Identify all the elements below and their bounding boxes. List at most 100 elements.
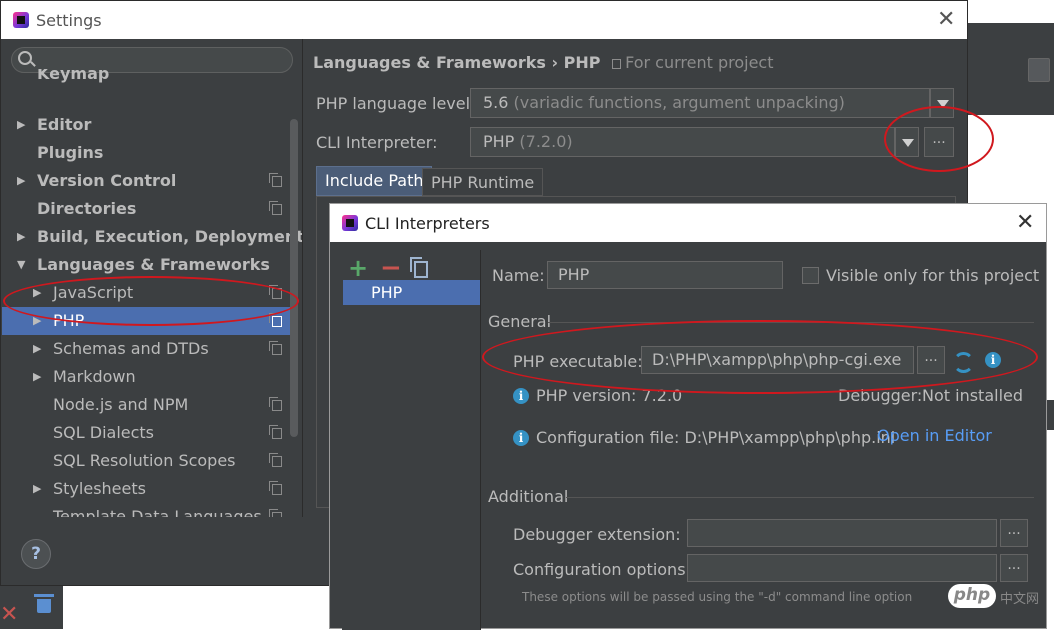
tab-include-path[interactable]: Include Path: [316, 166, 433, 196]
chevron-down-icon[interactable]: [930, 88, 954, 118]
sidebar-item-javascript[interactable]: ▶ JavaScript: [2, 279, 290, 307]
additional-divider: [566, 497, 1034, 498]
sidebar-item-markdown[interactable]: ▶ Markdown: [2, 363, 290, 391]
expand-down-icon[interactable]: ▼: [17, 251, 25, 279]
interpreter-list-item[interactable]: PHP: [343, 280, 480, 305]
sidebar-item-plugins[interactable]: Plugins: [2, 139, 290, 167]
expand-right-icon[interactable]: ▶: [33, 335, 41, 363]
sidebar-item-stylesheets[interactable]: ▶ Stylesheets: [2, 475, 290, 503]
expand-right-icon[interactable]: ▶: [33, 279, 41, 307]
info-icon: i: [513, 430, 529, 446]
close-icon[interactable]: ✕: [1016, 212, 1034, 234]
sidebar-item-template-data-languages[interactable]: Template Data Languages: [2, 503, 290, 517]
sidebar-item-sql-resolution-scopes[interactable]: SQL Resolution Scopes: [2, 447, 290, 475]
language-level-detail: (variadic functions, argument unpacking): [513, 93, 845, 112]
expand-right-icon[interactable]: ▶: [33, 363, 41, 391]
language-level-value: 5.6: [483, 93, 509, 112]
sidebar-item-label: Plugins: [37, 143, 104, 162]
expand-right-icon[interactable]: ▶: [33, 307, 41, 335]
add-icon[interactable]: +: [348, 256, 368, 280]
background-toolbar: [968, 23, 1054, 51]
watermark-logo: php: [948, 584, 996, 608]
visible-only-checkbox[interactable]: [802, 267, 819, 284]
sidebar-scrollbar[interactable]: [290, 119, 298, 437]
phpstorm-app-icon: [13, 12, 29, 28]
breadcrumb: Languages & Frameworks › PHP For current…: [313, 53, 773, 72]
background-tool-panel: [968, 51, 1054, 115]
visible-only-label: Visible only for this project: [826, 266, 1040, 285]
php-version-label: PHP version: 7.2.0: [536, 386, 683, 405]
debugger-extension-field[interactable]: [687, 519, 997, 547]
trash-icon[interactable]: [34, 594, 54, 613]
sidebar-item-node-js-and-npm[interactable]: Node.js and NPM: [2, 391, 290, 419]
copy-icon[interactable]: [410, 257, 428, 278]
sidebar-item-label: Editor: [37, 115, 92, 134]
sidebar-item-label: Node.js and NPM: [53, 395, 189, 414]
cli-dialog-titlebar: CLI Interpreters ✕: [330, 204, 1046, 242]
php-language-level-label: PHP language level:: [316, 94, 476, 113]
cli-interpreter-label: CLI Interpreter:: [316, 133, 438, 152]
background-bottom-toolbar: ✕: [0, 586, 63, 629]
expand-right-icon[interactable]: ▶: [33, 475, 41, 503]
refresh-icon[interactable]: [953, 352, 974, 373]
project-scope-icon: [269, 453, 282, 467]
sidebar-item-label: Template Data Languages: [53, 507, 262, 517]
sidebar-item-sql-dialects[interactable]: SQL Dialects: [2, 419, 290, 447]
sidebar-item-editor[interactable]: ▶ Editor: [2, 111, 290, 139]
remove-icon[interactable]: ✕: [0, 602, 18, 627]
info-icon[interactable]: i: [985, 352, 1001, 368]
breadcrumb-page: PHP: [563, 53, 601, 72]
edit-configuration-options-button[interactable]: ...: [1000, 554, 1028, 582]
sidebar-item-version-control[interactable]: ▶ Version Control: [2, 167, 290, 195]
sidebar-item-label: Version Control: [37, 171, 177, 190]
debugger-value: Not installed: [922, 386, 1024, 405]
expand-right-icon[interactable]: ▶: [17, 111, 25, 139]
project-scope-icon: [269, 313, 282, 327]
open-in-editor-link[interactable]: Open in Editor: [877, 426, 992, 445]
sidebar-item-keymap[interactable]: Keymap: [2, 69, 290, 85]
sidebar-item-php[interactable]: ▶ PHP: [2, 307, 290, 335]
general-section-label: General: [488, 312, 552, 331]
cli-interpreter-value: PHP: [483, 132, 515, 151]
php-language-level-select[interactable]: 5.6 (variadic functions, argument unpack…: [470, 88, 930, 118]
settings-sidebar: Keymap ▶ Editor Plugins ▶ Version Control Dire…: [2, 39, 303, 517]
expand-right-icon[interactable]: ▶: [17, 167, 25, 195]
sidebar-item-label: Build, Execution, Deployment: [37, 227, 303, 246]
watermark: php 中文网: [948, 580, 1052, 612]
breadcrumb-scope: For current project: [625, 53, 774, 72]
help-button[interactable]: ?: [21, 539, 51, 569]
php-executable-field[interactable]: D:\PHP\xampp\php\php-cgi.exe: [641, 346, 914, 374]
window-title: Settings: [36, 11, 102, 30]
browse-debugger-extension-button[interactable]: ...: [1000, 519, 1028, 547]
name-field[interactable]: PHP: [547, 261, 783, 289]
sidebar-item-build-execution-deployment[interactable]: ▶ Build, Execution, Deployment: [2, 223, 302, 251]
remove-icon[interactable]: −: [380, 255, 402, 281]
cli-dialog-title: CLI Interpreters: [365, 214, 490, 233]
background-tool-icon: [1028, 58, 1050, 82]
php-executable-label: PHP executable:: [513, 352, 643, 371]
browse-executable-button[interactable]: ...: [917, 346, 945, 374]
cli-interpreter-more-button[interactable]: ...: [924, 127, 954, 157]
configuration-options-label: Configuration options:: [513, 560, 691, 579]
info-icon: i: [513, 388, 529, 404]
cli-interpreters-dialog: CLI Interpreters ✕ + − PHP Name: PHP Vis…: [329, 203, 1047, 630]
background-editor-area: [968, 0, 1054, 23]
name-label: Name:: [492, 266, 545, 285]
cli-interpreter-select[interactable]: PHP (7.2.0): [470, 127, 895, 157]
sidebar-item-label: PHP: [53, 311, 85, 330]
sidebar-item-schemas-and-dtds[interactable]: ▶ Schemas and DTDs: [2, 335, 290, 363]
sidebar-item-label: Stylesheets: [53, 479, 146, 498]
configuration-options-field[interactable]: [687, 554, 997, 582]
close-icon[interactable]: ✕: [937, 9, 955, 31]
sidebar-item-directories[interactable]: Directories: [2, 195, 290, 223]
project-scope-icon: [269, 201, 282, 215]
tab-php-runtime[interactable]: PHP Runtime: [422, 168, 544, 196]
breadcrumb-separator: ›: [551, 53, 559, 72]
interpreter-list-panel: + − PHP: [342, 250, 481, 630]
sidebar-item-label: SQL Resolution Scopes: [53, 451, 236, 470]
sidebar-item-languages-frameworks[interactable]: ▼ Languages & Frameworks: [2, 251, 290, 279]
chevron-down-icon[interactable]: [895, 127, 919, 157]
settings-titlebar: Settings ✕: [1, 1, 967, 39]
expand-right-icon[interactable]: ▶: [17, 223, 25, 251]
cli-interpreter-version: (7.2.0): [519, 132, 573, 151]
